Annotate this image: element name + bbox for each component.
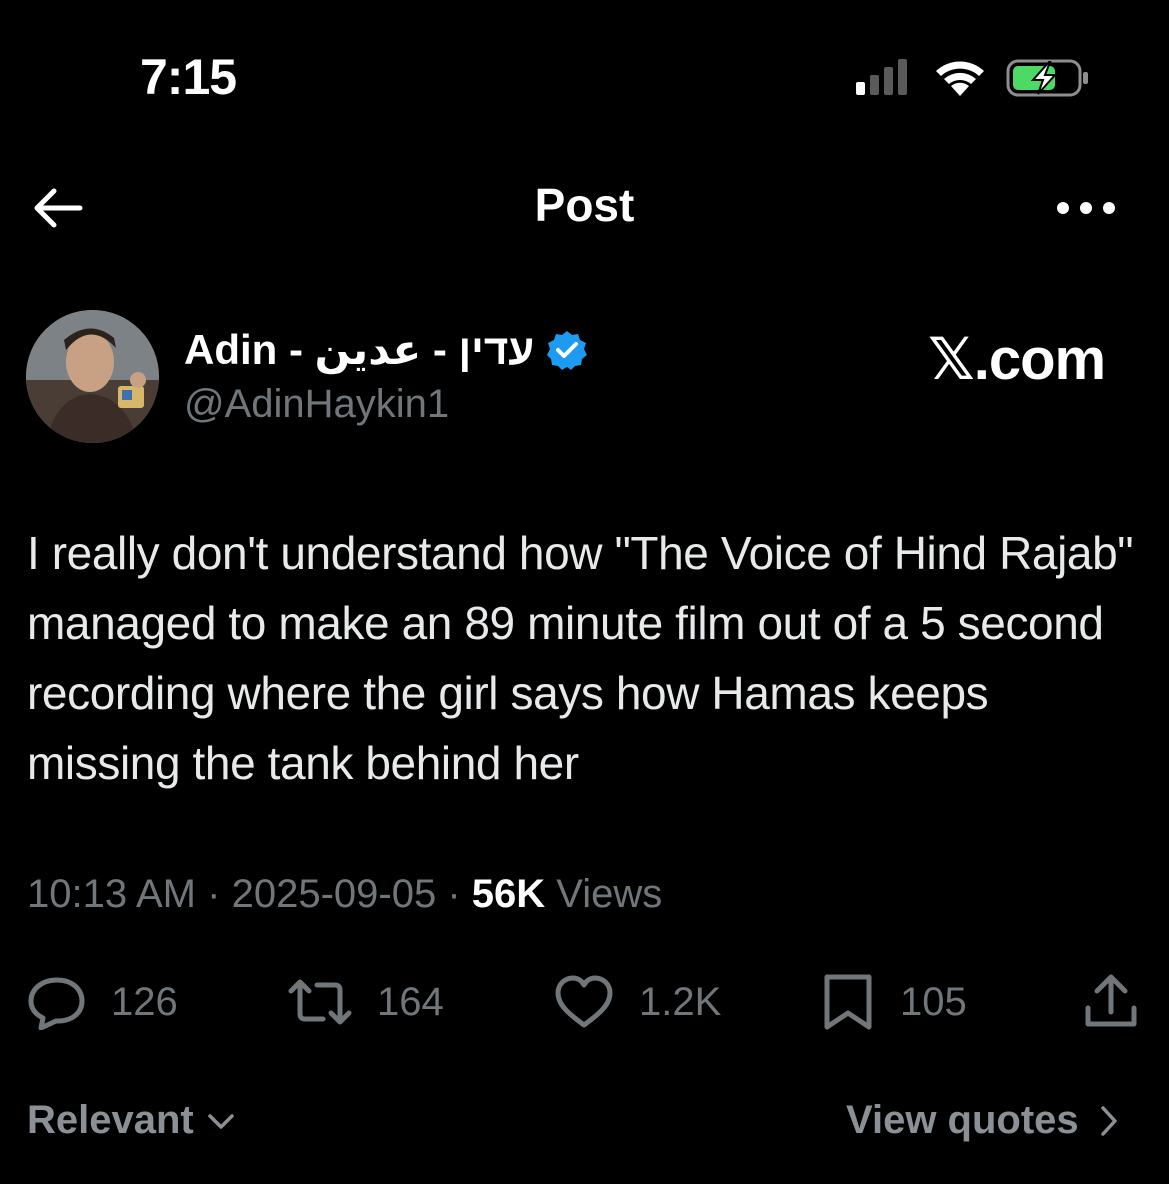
bookmark-button[interactable]: 105 <box>820 972 967 1032</box>
chevron-right-icon <box>1100 1105 1117 1136</box>
tweet-meta: 10:13 AM · 2025-09-05 · 56K Views <box>27 872 662 917</box>
tweet-text: I really don't understand how "The Voice… <box>27 527 1134 789</box>
retweet-count: 164 <box>377 979 444 1024</box>
more-options-button[interactable] <box>1055 196 1117 220</box>
battery-charging-icon <box>1006 59 1088 97</box>
author-name-row[interactable]: Adin - עדין - عدين <box>184 325 588 374</box>
reply-icon <box>28 977 85 1030</box>
view-quotes-link[interactable]: View quotes <box>846 1098 1119 1143</box>
cellular-signal-icon <box>856 59 907 95</box>
page-title: Post <box>534 179 635 231</box>
tweet-time[interactable]: 10:13 AM <box>27 872 196 916</box>
xcom-watermark: 𝕏.com <box>928 327 1106 392</box>
more-horizontal-icon <box>1057 202 1115 214</box>
meta-separator: · <box>447 872 461 916</box>
share-button[interactable] <box>1082 972 1140 1032</box>
sort-relevant-dropdown[interactable]: Relevant <box>27 1098 236 1143</box>
reply-button[interactable]: 126 <box>27 972 178 1032</box>
like-button[interactable]: 1.2K <box>553 972 721 1032</box>
chevron-down-icon <box>208 1113 234 1129</box>
reply-count: 126 <box>111 979 178 1024</box>
status-icons <box>856 59 1088 97</box>
avatar-photo <box>26 310 159 443</box>
like-icon <box>555 975 613 1028</box>
view-quotes-label: View quotes <box>846 1098 1079 1142</box>
meta-separator: · <box>207 872 221 916</box>
retweet-button[interactable]: 164 <box>287 972 444 1032</box>
views-label: Views <box>556 872 663 916</box>
author-handle[interactable]: @AdinHaykin1 <box>184 382 449 427</box>
wifi-icon <box>936 61 984 96</box>
like-count: 1.2K <box>639 979 722 1024</box>
verified-badge-icon <box>547 330 588 370</box>
sort-label: Relevant <box>27 1098 194 1142</box>
share-icon <box>1085 974 1137 1027</box>
display-name: Adin - עדין - عدين <box>184 326 535 373</box>
views-count: 56K <box>471 872 546 916</box>
status-time: 7:15 <box>140 49 237 105</box>
tweet-date[interactable]: 2025-09-05 <box>232 872 437 916</box>
bookmark-icon <box>824 974 872 1030</box>
bookmark-count: 105 <box>900 979 967 1024</box>
avatar[interactable] <box>26 310 159 443</box>
retweet-icon <box>288 979 352 1025</box>
